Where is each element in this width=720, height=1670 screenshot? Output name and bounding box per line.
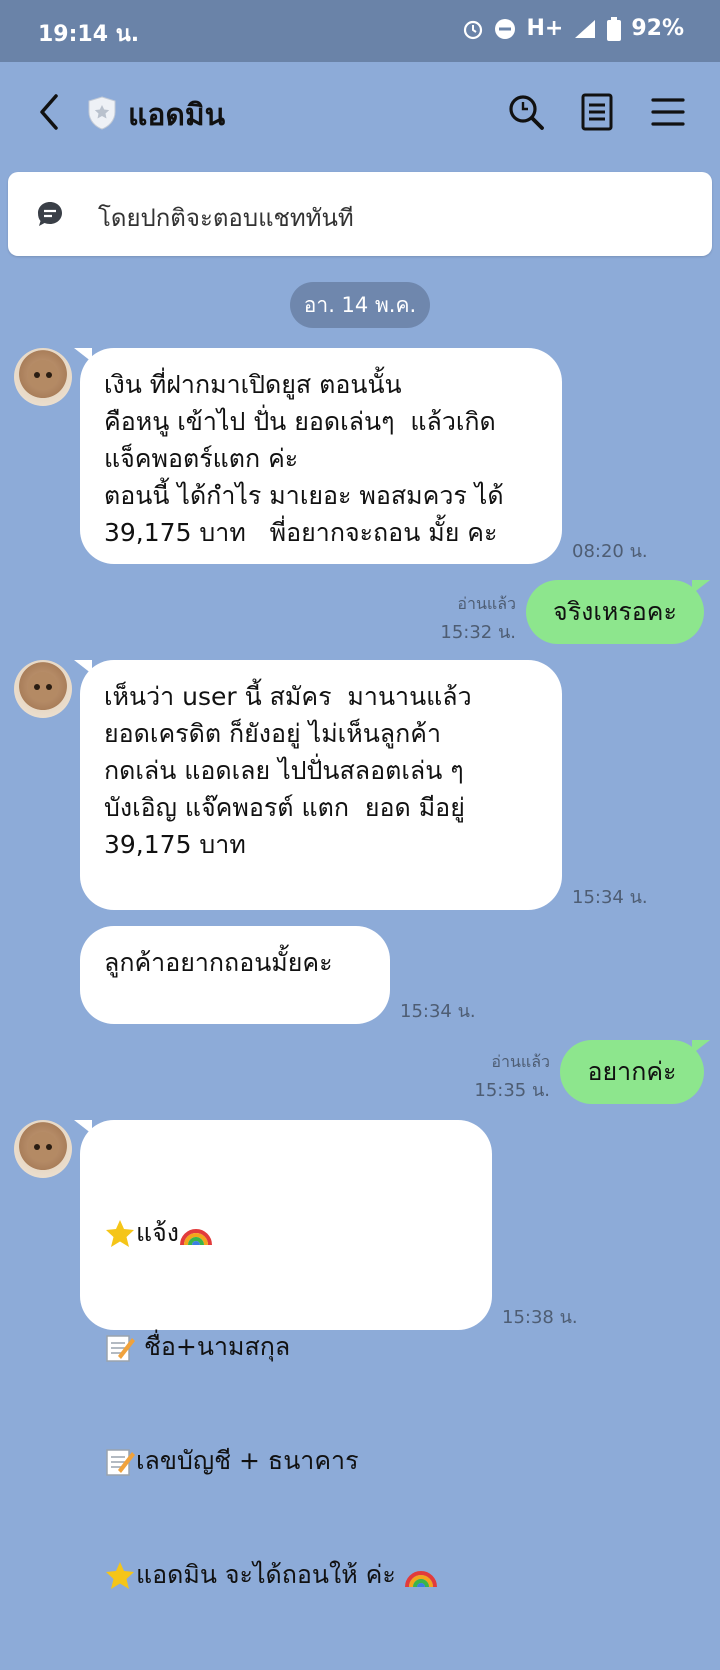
notice-text: โดยปกติจะตอบแชททันที (98, 204, 354, 232)
network-type: H+ (526, 16, 564, 41)
message-bubble[interactable]: แจ้ง ชื่อ+นามสกุล เลขบัญชี + ธนาคาร แอดม… (74, 1120, 492, 1589)
message-bubble[interactable]: ลูกค้าอยากถอนมั้ยคะ (80, 926, 390, 1024)
star-icon (106, 1562, 134, 1589)
search-icon[interactable] (504, 90, 548, 134)
avatar[interactable] (14, 348, 72, 406)
status-bar: 19:14 น. H+ 92% (0, 0, 720, 62)
dnd-icon (495, 18, 516, 39)
alarm-icon (464, 20, 483, 39)
chat-bubble-icon (38, 202, 62, 226)
status-time: 19:14 น. (38, 22, 140, 47)
message-time: 15:38 น. (502, 1307, 578, 1328)
message-bubble[interactable]: เห็นว่า user นี้ สมัคร มานานแล้ว ยอดเครดิ… (74, 660, 562, 910)
message-bubble[interactable]: เงิน ที่ฝากมาเปิดยูส ตอนนั้น คือหนู เข้าไ… (74, 348, 562, 564)
message-time: 15:34 น. (572, 887, 648, 908)
back-arrow-icon[interactable] (34, 92, 64, 132)
sent-message-bubble[interactable]: จริงเหรอคะ (526, 580, 710, 644)
sent-message-bubble[interactable]: อยากค่ะ (560, 1040, 710, 1104)
chat-header: แอดมิน (0, 62, 720, 166)
signal-icon (575, 19, 596, 38)
auto-reply-notice: โดยปกติจะตอบแชททันที (8, 172, 712, 256)
battery-icon (607, 16, 622, 41)
star-icon (106, 1220, 134, 1247)
rainbow-icon (404, 1571, 437, 1588)
avatar[interactable] (14, 1120, 72, 1178)
read-receipt: อ่านแล้ว 15:32 น. (440, 594, 516, 643)
memo-icon (106, 1335, 135, 1362)
battery-level: 92% (631, 16, 684, 41)
read-receipt: อ่านแล้ว 15:35 น. (474, 1052, 550, 1101)
message-time: 08:20 น. (572, 541, 648, 562)
message-time: 15:34 น. (400, 1001, 476, 1022)
avatar[interactable] (14, 660, 72, 718)
menu-icon[interactable] (646, 90, 690, 134)
message-text: แจ้ง ชื่อ+นามสกุล เลขบัญชี + ธนาคาร แอดม… (104, 1138, 438, 1670)
date-separator: อา. 14 พ.ค. (290, 282, 430, 328)
message-text: ลูกค้าอยากถอนมั้ยคะ (104, 948, 333, 977)
message-text: เงิน ที่ฝากมาเปิดยูส ตอนนั้น คือหนู เข้าไ… (104, 370, 504, 547)
status-icons: H+ 92% (462, 16, 684, 41)
message-text: เห็นว่า user นี้ สมัคร มานานแล้ว ยอดเครดิ… (104, 682, 472, 859)
chat-title[interactable]: แอดมิน (128, 92, 225, 139)
memo-icon (106, 1449, 135, 1476)
rainbow-icon (179, 1229, 212, 1246)
shield-icon (88, 96, 116, 130)
notes-icon[interactable] (575, 90, 619, 134)
